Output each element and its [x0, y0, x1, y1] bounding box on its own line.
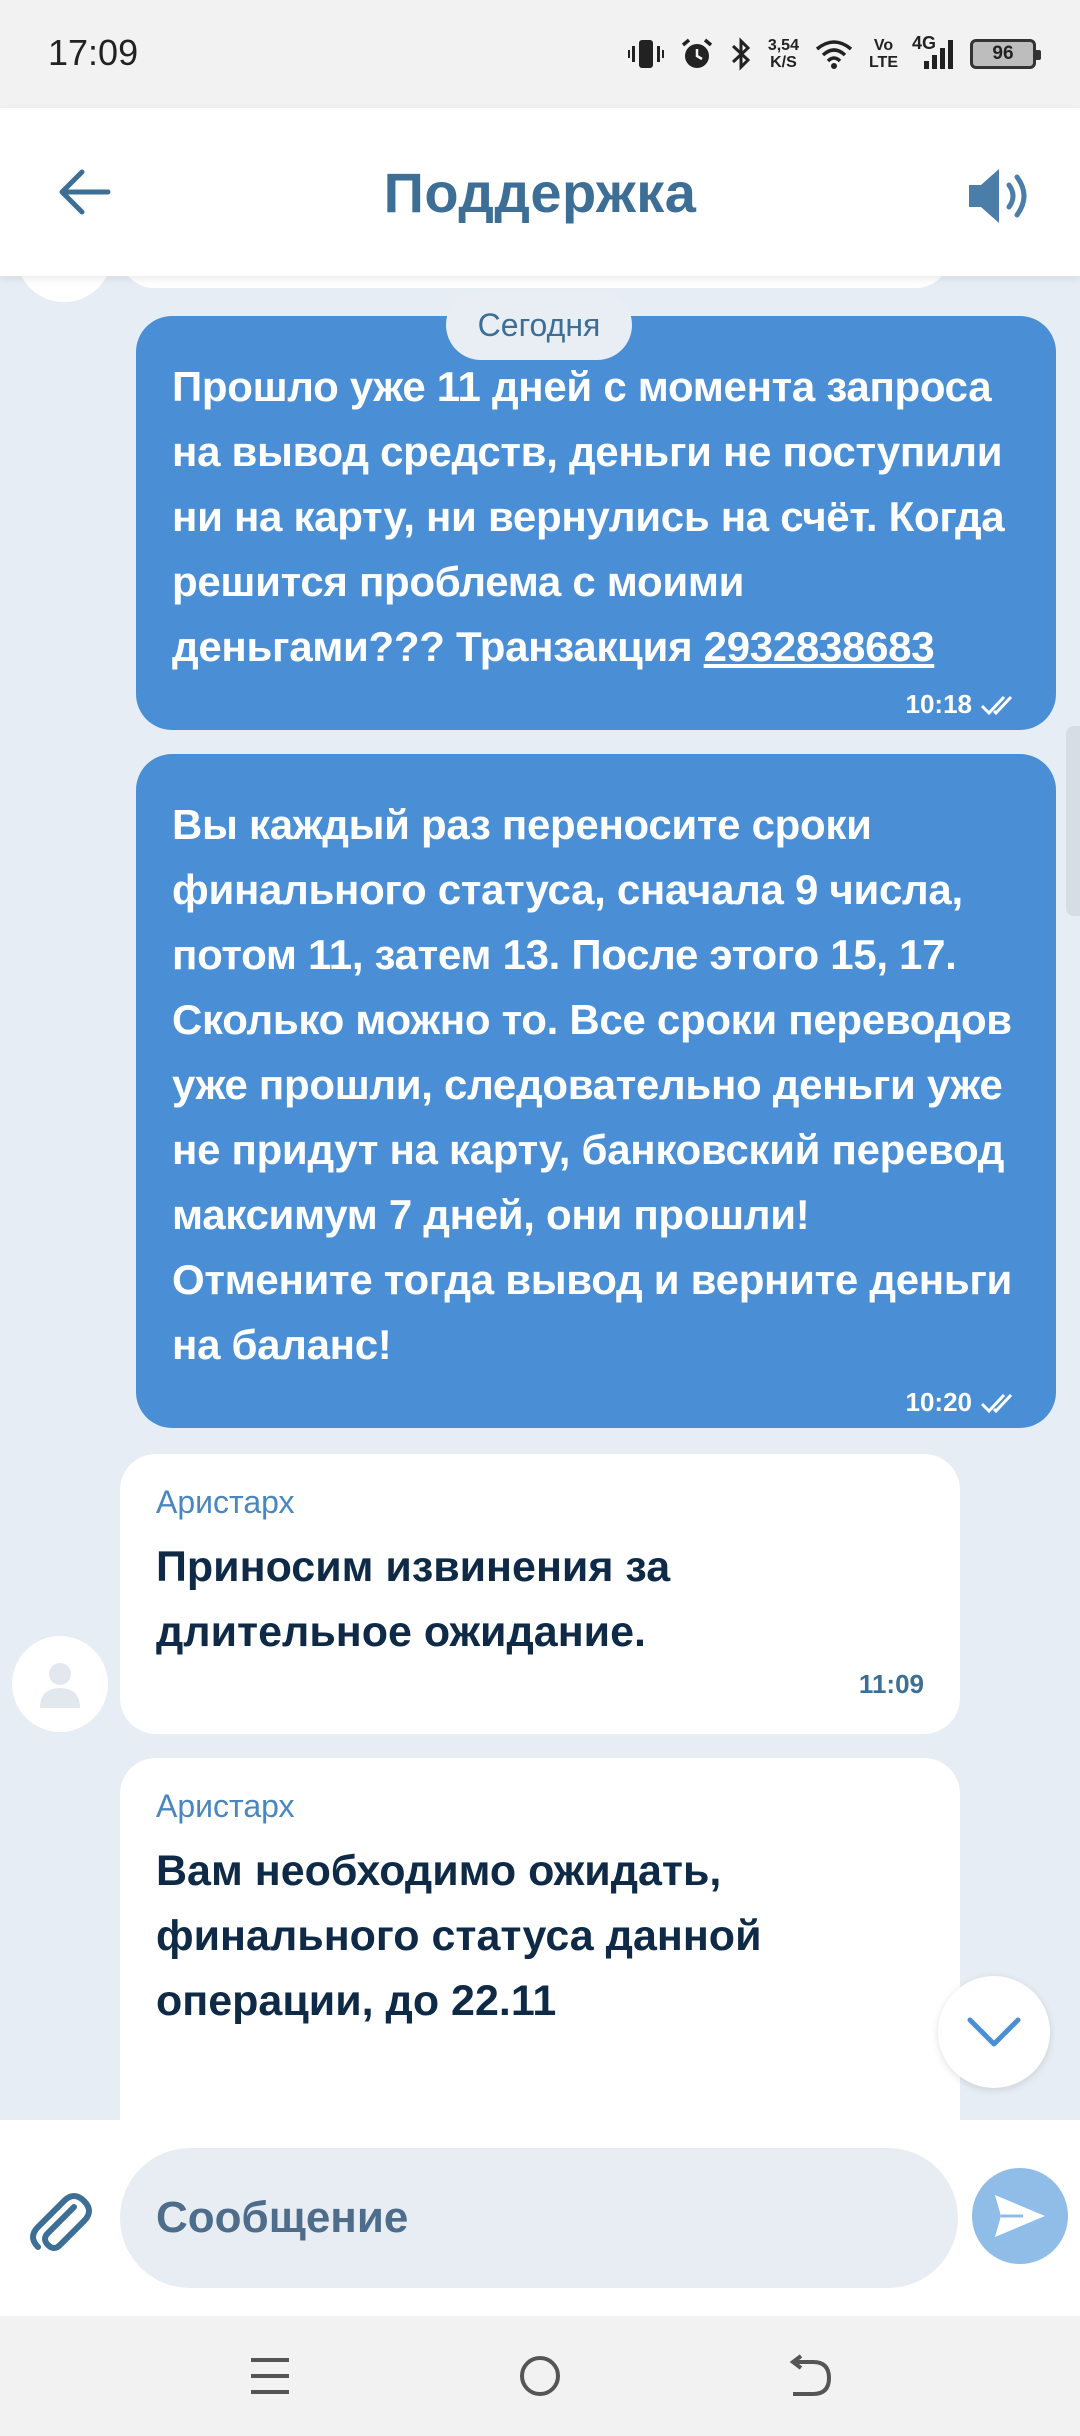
volte-top: Vo [873, 37, 894, 54]
outgoing-message[interactable]: Вы каждый раз переносите сроки финальног… [136, 754, 1056, 1428]
signal-icon: 4G [912, 33, 954, 71]
app-header: Поддержка [0, 108, 1080, 276]
outgoing-message[interactable]: Прошло уже 11 дней с момента запроса на … [136, 316, 1056, 730]
double-check-icon [980, 1393, 1013, 1413]
scroll-down-button[interactable] [938, 1976, 1050, 2088]
menu-button[interactable] [240, 2346, 300, 2406]
message-time: 10:18 [905, 689, 973, 719]
vibrate-icon [627, 37, 664, 71]
message-bubble-partial [120, 276, 950, 288]
chevron-down-icon [967, 2017, 1021, 2047]
battery-icon: 96 [970, 39, 1041, 69]
message-meta: 10:18 [172, 689, 1020, 720]
transaction-label: Транзакция [456, 623, 693, 670]
send-button[interactable] [972, 2168, 1068, 2264]
back-nav-button[interactable] [780, 2346, 840, 2406]
volte-bottom: LTE [868, 54, 898, 71]
page-title: Поддержка [383, 161, 697, 224]
transaction-link[interactable]: 2932838683 [704, 623, 935, 670]
incoming-message[interactable]: Аристарх Вам необходимо ожидать, финальн… [120, 1758, 960, 2120]
network-speed-unit: K/S [770, 54, 797, 71]
chat-area[interactable]: Сегодня Прошло уже 11 дней с момента зап… [0, 276, 1080, 2120]
speaker-icon [969, 169, 1027, 223]
battery-level: 96 [992, 43, 1014, 64]
side-handle[interactable] [1066, 726, 1080, 916]
message-text: Вам необходимо ожидать, финального стату… [156, 1847, 762, 2025]
message-text: Приносим извинения за длительное ожидани… [156, 1543, 671, 1656]
send-icon [995, 2195, 1045, 2237]
back-icon [789, 2354, 832, 2396]
network-speed: 3,54 K/S [768, 37, 799, 71]
network-type: 4G [912, 33, 937, 53]
avatar [16, 276, 112, 302]
message-time: 10:20 [905, 1387, 973, 1417]
status-time: 17:09 [48, 32, 139, 73]
sound-toggle-button[interactable] [960, 156, 1040, 236]
user-icon [40, 1663, 80, 1708]
message-text: Прошло уже 11 дней с момента запроса на … [172, 354, 1020, 679]
date-separator: Сегодня [446, 290, 632, 360]
wifi-icon [815, 39, 853, 69]
message-meta: 10:20 [172, 1387, 1020, 1418]
volte-indicator: Vo LTE [869, 37, 898, 71]
home-button[interactable] [510, 2346, 570, 2406]
sender-name: Аристарх [156, 1788, 295, 1824]
double-check-icon [980, 695, 1013, 715]
paperclip-icon [30, 2193, 92, 2251]
network-speed-value: 3,54 [767, 37, 799, 54]
attach-button[interactable] [20, 2180, 100, 2260]
avatar[interactable] [12, 1636, 108, 1732]
system-nav-bar [0, 2316, 1080, 2436]
message-input[interactable] [120, 2148, 958, 2288]
status-bar: 17:09 3,54 K/S Vo LTE 4G 96 [0, 0, 1080, 108]
alarm-icon [680, 37, 714, 71]
menu-icon [251, 2358, 289, 2394]
message-text: Вы каждый раз переносите сроки финальног… [172, 801, 1013, 1368]
status-icons: 3,54 K/S Vo LTE 4G 96 [627, 26, 1041, 82]
home-icon [520, 2356, 560, 2396]
message-time: 11:09 [858, 1669, 924, 1699]
bluetooth-icon [730, 37, 752, 71]
sender-name: Аристарх [156, 1484, 295, 1520]
message-composer [0, 2120, 1080, 2316]
incoming-message[interactable]: Аристарх Приносим извинения за длительно… [120, 1454, 960, 1734]
